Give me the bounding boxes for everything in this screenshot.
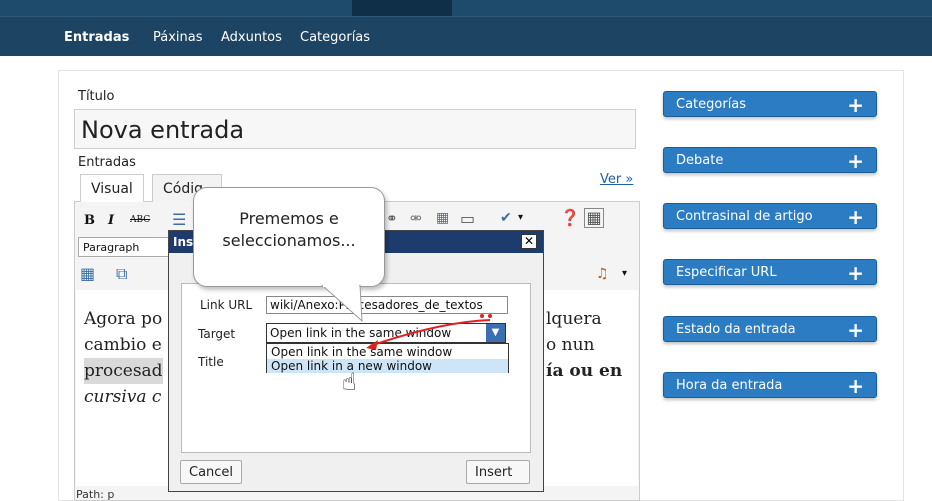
sidebar-box-debate[interactable]: Debate + (663, 147, 877, 173)
option-new-window[interactable]: Open link in a new window (267, 359, 508, 373)
editor-path-bar: Path: p (76, 488, 115, 501)
body-right-line-1: lquera (546, 309, 602, 329)
sub-navigation: Entradas Páxinas Adxuntos Categorías (0, 16, 932, 56)
link-url-label: Link URL (200, 298, 253, 312)
insert-button[interactable]: Insert (466, 460, 530, 484)
hand-cursor-icon: ☝ (342, 368, 357, 396)
expand-plus-icon[interactable]: + (847, 261, 864, 285)
admin-top-bar (0, 0, 932, 16)
body-right-line-2: o nun (546, 335, 595, 355)
top-bar-active-tab[interactable] (352, 0, 452, 16)
sidebar-box-contrasinal[interactable]: Contrasinal de artigo + (663, 203, 877, 229)
sidebar-box-label: Categorías (676, 97, 747, 112)
expand-plus-icon[interactable]: + (847, 149, 864, 173)
spellcheck-dropdown-icon[interactable]: ▾ (518, 212, 523, 223)
text-color-dropdown-icon[interactable]: ▾ (622, 268, 627, 279)
instruction-callout: Prememos e seleccionamos... (193, 187, 385, 287)
more-tag-icon[interactable]: ▭ (460, 209, 475, 228)
content-label: Entradas (78, 155, 136, 170)
tab-visual[interactable]: Visual (80, 174, 144, 202)
insert-image-icon[interactable]: ▦ (436, 210, 449, 226)
sidebar-box-hora[interactable]: Hora da entrada + (663, 372, 877, 398)
bullet-list-icon[interactable]: ☰ (172, 210, 186, 229)
target-label: Target (198, 327, 236, 341)
sidebar-box-label: Hora da entrada (676, 378, 783, 393)
paste-text-icon[interactable]: ▦ (80, 264, 95, 283)
callout-line-2: seleccionamos... (222, 231, 356, 250)
callout-text: Prememos e seleccionamos... (194, 208, 384, 252)
spellcheck-icon[interactable]: ✔ (500, 210, 512, 226)
nav-item-paxinas[interactable]: Páxinas (153, 30, 203, 45)
body-line-1: Agora po (84, 309, 163, 329)
pointer-arrow (366, 314, 492, 350)
sidebar-box-label: Debate (676, 153, 724, 168)
cancel-button[interactable]: Cancel (180, 460, 242, 484)
kitchen-sink-icon[interactable]: ▦ (584, 208, 604, 228)
sidebar-box-label: Especificar URL (676, 265, 777, 280)
unlink-icon[interactable]: ⚮ (410, 211, 422, 227)
strikethrough-button[interactable]: ABC (130, 215, 150, 225)
expand-plus-icon[interactable]: + (847, 318, 864, 342)
title-field-label: Title (198, 355, 224, 369)
callout-line-1: Prememos e (239, 209, 339, 228)
expand-plus-icon[interactable]: + (847, 205, 864, 229)
italic-button[interactable]: I (108, 213, 114, 228)
sidebar-box-categorias[interactable]: Categorías + (663, 91, 877, 117)
sidebar-box-especificar-url[interactable]: Especificar URL + (663, 259, 877, 285)
nav-item-entradas[interactable]: Entradas (64, 30, 129, 45)
sidebar-box-label: Estado da entrada (676, 322, 796, 337)
link-icon[interactable]: ⚭ (386, 211, 398, 227)
expand-plus-icon[interactable]: + (847, 93, 864, 117)
title-input[interactable]: Nova entrada (74, 109, 636, 149)
format-select[interactable]: Paragraph (78, 237, 174, 257)
body-line-3: procesad (84, 358, 163, 384)
body-line-2: cambio e (84, 335, 162, 355)
sidebar-box-label: Contrasinal de artigo (676, 209, 813, 224)
close-icon[interactable]: ✕ (521, 234, 537, 249)
nav-item-categorias[interactable]: Categorías (300, 30, 370, 45)
sidebar-box-estado[interactable]: Estado da entrada + (663, 316, 877, 342)
expand-plus-icon[interactable]: + (847, 374, 864, 398)
help-icon[interactable]: ❓ (560, 208, 580, 227)
paste-word-icon[interactable]: ⧉ (116, 264, 127, 284)
preview-link[interactable]: Ver » (600, 172, 633, 187)
text-color-icon[interactable]: ♫ (596, 266, 609, 282)
body-right-line-3: ía ou en (546, 361, 623, 381)
title-label: Título (78, 89, 115, 104)
nav-item-adxuntos[interactable]: Adxuntos (221, 30, 282, 45)
body-line-4: cursiva c (84, 387, 162, 407)
bold-button[interactable]: B (84, 213, 95, 228)
